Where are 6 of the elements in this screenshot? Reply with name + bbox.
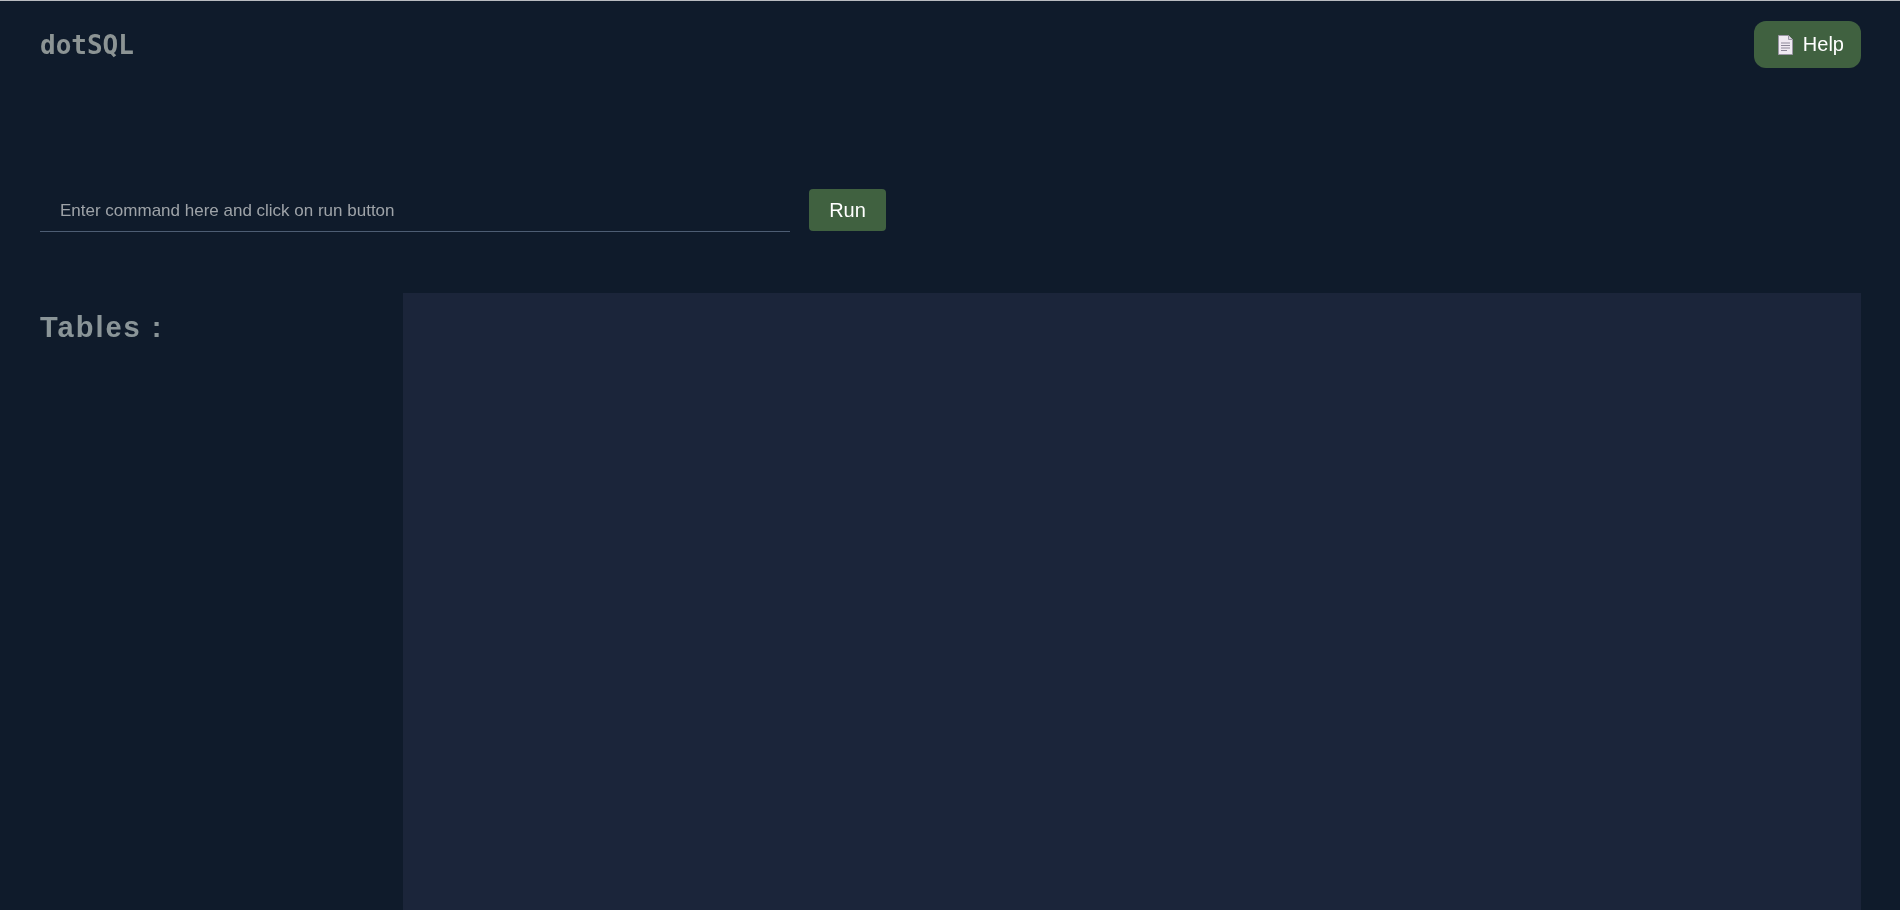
command-input[interactable]: Enter command here and click on run button (40, 190, 790, 232)
document-icon (1777, 34, 1793, 55)
help-button[interactable]: Help (1753, 21, 1861, 68)
run-button[interactable]: Run (809, 189, 886, 231)
app-logo: dotSQL (40, 29, 134, 60)
tables-heading: Tables : (40, 311, 164, 344)
